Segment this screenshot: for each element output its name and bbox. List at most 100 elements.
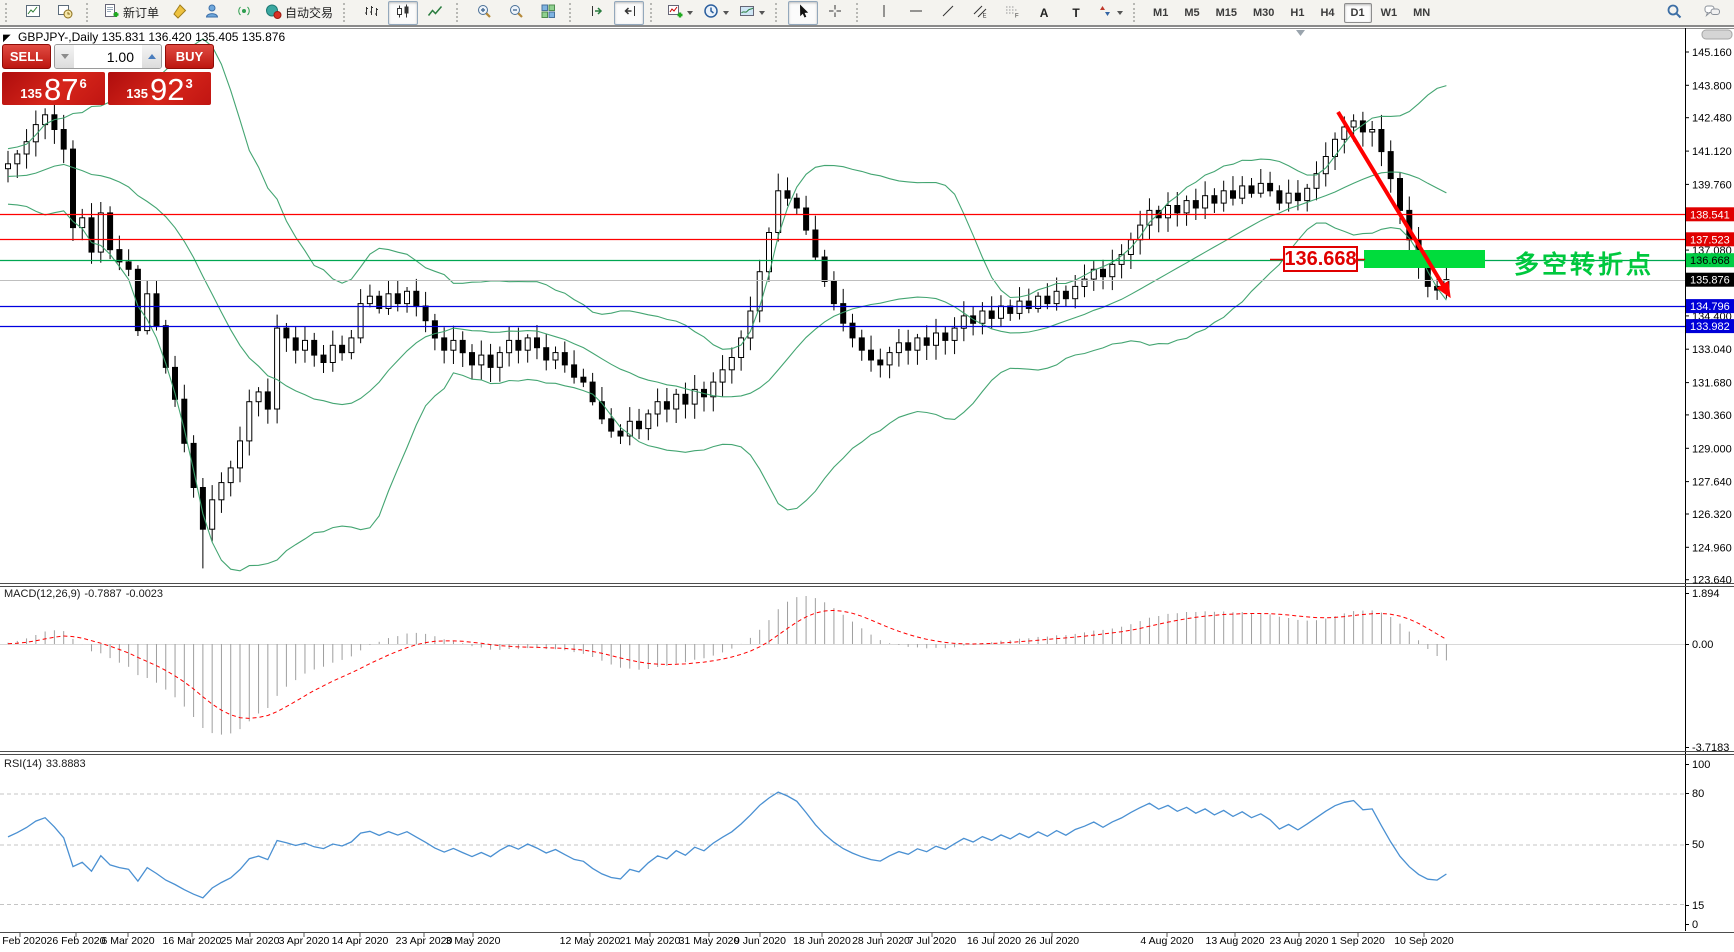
hline-button[interactable] xyxy=(901,1,931,25)
candlestick-chart-icon xyxy=(395,3,412,23)
sell-price-sup: 6 xyxy=(79,76,87,91)
macd-axis[interactable]: 1.894 0.00 -3.7183 xyxy=(1685,588,1729,754)
search-icon xyxy=(1666,3,1683,23)
collapse-ohlc-icon[interactable]: ◤ xyxy=(3,33,11,44)
indicators-button[interactable] xyxy=(663,1,697,25)
zoom-out-icon xyxy=(508,3,525,23)
svg-text:143.800: 143.800 xyxy=(1692,80,1732,92)
svg-text:123.640: 123.640 xyxy=(1692,575,1732,587)
volume-up-button[interactable] xyxy=(142,45,161,68)
macd-signal-line xyxy=(7,609,1447,719)
bars-chart-icon xyxy=(363,3,380,23)
vline-button[interactable] xyxy=(869,1,899,25)
tile-windows-icon xyxy=(540,3,557,23)
scrollbar-thumb[interactable] xyxy=(1701,29,1733,40)
macd-value-main: -0.7887 xyxy=(84,588,122,600)
timeframe-h4-button[interactable]: H4 xyxy=(1313,3,1341,23)
chat-button[interactable] xyxy=(1697,1,1727,25)
caret-down-icon xyxy=(723,10,730,15)
periods-button[interactable] xyxy=(699,1,733,25)
candlestick-chart-button[interactable] xyxy=(388,0,419,25)
svg-text:3 Apr 2020: 3 Apr 2020 xyxy=(279,935,330,947)
svg-text:16 Mar 2020: 16 Mar 2020 xyxy=(163,935,222,947)
rsi-line xyxy=(7,791,1447,899)
toolbar-grip xyxy=(650,3,658,22)
timeframe-h1-button[interactable]: H1 xyxy=(1283,3,1311,23)
buy-price-panel[interactable]: 135 92 3 xyxy=(108,72,211,105)
autotrading-button[interactable]: 自动交易 xyxy=(261,1,337,25)
arrows-button[interactable] xyxy=(1093,1,1127,25)
svg-text:10 Sep 2020: 10 Sep 2020 xyxy=(1394,935,1454,947)
timeframe-m5-button[interactable]: M5 xyxy=(1177,3,1206,23)
svg-text:31 May 2020: 31 May 2020 xyxy=(679,935,740,947)
chart-profiles-button[interactable] xyxy=(50,1,80,25)
text-label: A xyxy=(1039,5,1049,20)
trendline-icon xyxy=(940,3,957,23)
search-button[interactable] xyxy=(1659,1,1689,25)
svg-text:139.760: 139.760 xyxy=(1692,179,1732,191)
price-axis[interactable]: 145.160143.800142.480141.120139.760137.0… xyxy=(1685,47,1734,587)
trendline-button[interactable] xyxy=(933,1,963,25)
timeframe-mn-button[interactable]: MN xyxy=(1406,3,1437,23)
caret-down-icon xyxy=(687,10,694,15)
zoom-in-button[interactable] xyxy=(469,1,499,25)
buy-button[interactable]: BUY xyxy=(165,44,214,69)
rsi-axis[interactable]: 100 80 50 15 0 xyxy=(1685,759,1710,931)
arrows-icon xyxy=(1097,3,1114,23)
timeframe-m15-button[interactable]: M15 xyxy=(1209,3,1244,23)
caret-down-icon xyxy=(60,54,69,59)
svg-text:127.640: 127.640 xyxy=(1692,477,1732,489)
price-callout-box[interactable]: 136.668 xyxy=(1283,246,1358,272)
volume-down-button[interactable] xyxy=(55,45,74,68)
volume-stepper xyxy=(54,44,162,69)
buy-price-sup: 3 xyxy=(185,76,193,91)
auto-scroll-button[interactable] xyxy=(582,1,612,25)
svg-text:23 Aug 2020: 23 Aug 2020 xyxy=(1270,935,1329,947)
svg-text:133.982: 133.982 xyxy=(1690,321,1730,333)
svg-text:14 Apr 2020: 14 Apr 2020 xyxy=(332,935,389,947)
svg-text:-3.7183: -3.7183 xyxy=(1692,742,1729,754)
text-button[interactable]: A xyxy=(1029,1,1059,25)
svg-text:26 Feb 2020: 26 Feb 2020 xyxy=(47,935,106,947)
svg-text:9 Jun 2020: 9 Jun 2020 xyxy=(734,935,786,947)
chart-wizard-button[interactable] xyxy=(165,1,195,25)
timeframe-d1-button[interactable]: D1 xyxy=(1343,2,1372,23)
zoom-in-icon xyxy=(476,3,493,23)
bars-chart-button[interactable] xyxy=(356,1,386,25)
svg-text:1 Sep 2020: 1 Sep 2020 xyxy=(1331,935,1385,947)
svg-text:25 Mar 2020: 25 Mar 2020 xyxy=(221,935,280,947)
crosshair-icon xyxy=(827,3,844,23)
svg-text:4 Aug 2020: 4 Aug 2020 xyxy=(1140,935,1193,947)
svg-text:129.000: 129.000 xyxy=(1692,443,1732,455)
text-label-button[interactable]: T xyxy=(1061,1,1091,25)
cursor-button[interactable] xyxy=(788,0,819,25)
timeframe-w1-button[interactable]: W1 xyxy=(1374,3,1405,23)
macd-window-label: MACD(12,26,9) -0.7887 -0.0023 xyxy=(4,588,167,600)
new-chart-button[interactable] xyxy=(18,1,48,25)
new-order-button[interactable]: 新订单 xyxy=(99,1,163,25)
date-axis[interactable]: 7 Feb 202026 Feb 20206 Mar 2020 16 Mar 20… xyxy=(0,933,1454,947)
fibonacci-button[interactable]: F xyxy=(997,1,1027,25)
one-click-trading-panel: SELL BUY 135 87 6 135 92 3 xyxy=(2,44,214,108)
channel-button[interactable]: E xyxy=(965,1,995,25)
sell-button[interactable]: SELL xyxy=(2,44,51,69)
turning-point-annotation[interactable]: 多空转折点 xyxy=(1514,245,1654,281)
signals-icon xyxy=(236,3,253,23)
signals-button[interactable] xyxy=(229,1,259,25)
caret-down-icon xyxy=(759,10,766,15)
zoom-out-button[interactable] xyxy=(501,1,531,25)
auto-scroll-icon xyxy=(589,3,606,23)
sell-price-panel[interactable]: 135 87 6 xyxy=(2,72,105,105)
community-button[interactable] xyxy=(197,1,227,25)
toolbar-grip xyxy=(86,3,94,22)
chart-shift-marker xyxy=(1296,30,1305,36)
tile-windows-button[interactable] xyxy=(533,1,563,25)
volume-input[interactable] xyxy=(74,45,142,68)
chart-shift-button[interactable] xyxy=(614,0,645,25)
timeframe-m30-button[interactable]: M30 xyxy=(1246,3,1281,23)
chart-canvas[interactable]: 145.160143.800142.480141.120139.760137.0… xyxy=(0,0,1734,952)
templates-button[interactable] xyxy=(735,1,769,25)
line-chart-button[interactable] xyxy=(420,1,450,25)
timeframe-m1-button[interactable]: M1 xyxy=(1146,3,1175,23)
crosshair-button[interactable] xyxy=(820,1,850,25)
